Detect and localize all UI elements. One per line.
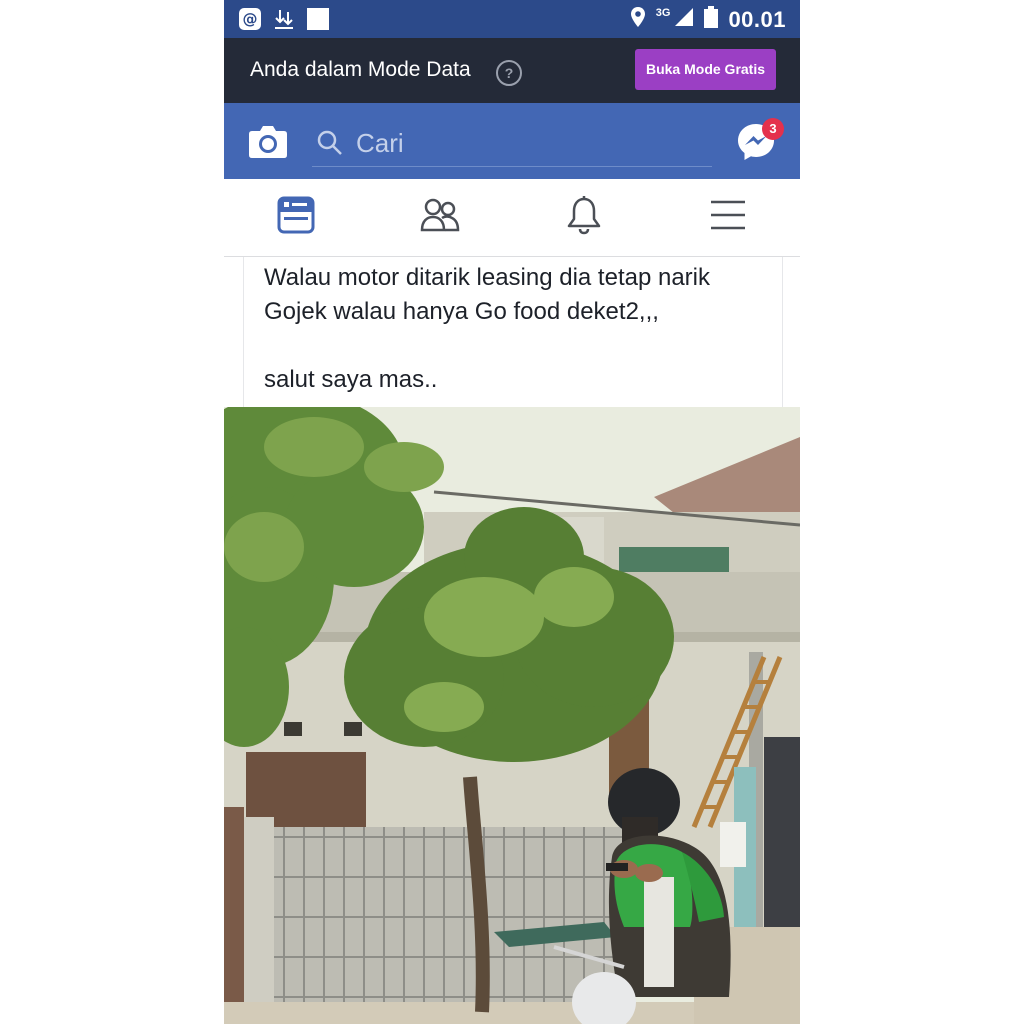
post-text: Walau motor ditarik leasing dia tetap na… <box>264 261 774 397</box>
messenger-badge: 3 <box>762 118 784 140</box>
post-photo[interactable] <box>224 407 800 1024</box>
search-field[interactable]: Cari <box>312 120 712 167</box>
search-placeholder: Cari <box>356 128 404 158</box>
free-mode-button[interactable]: Buka Mode Gratis <box>635 49 776 90</box>
tab-news-feed[interactable] <box>224 179 368 256</box>
menu-icon <box>709 199 747 236</box>
friends-icon <box>420 197 460 238</box>
status-system: 3G 00.01 <box>630 6 786 33</box>
square-icon <box>306 7 330 31</box>
status-clock: 00.01 <box>728 6 786 32</box>
download-icon <box>272 7 296 31</box>
at-sign-icon: @ <box>238 7 262 31</box>
tab-friends[interactable] <box>368 179 512 256</box>
search-icon <box>316 129 344 157</box>
signal-icon <box>674 7 694 32</box>
tab-bar <box>224 179 800 257</box>
post-text-line: salut saya mas.. <box>264 366 438 393</box>
post-text-line: Gojek walau hanya Go food deket2,,, <box>264 298 659 325</box>
phone-screen: @ 3G 00.01 Anda dalam Mode Data ? Buka M… <box>224 0 800 1024</box>
app-header: Cari 3 <box>224 103 800 179</box>
notifications-bell-icon <box>566 195 602 240</box>
tab-menu[interactable] <box>656 179 800 256</box>
network-type: 3G <box>655 6 671 19</box>
location-pin-icon <box>630 6 646 33</box>
post-text-line: Walau motor ditarik leasing dia tetap na… <box>264 264 710 291</box>
camera-icon[interactable] <box>248 123 288 159</box>
data-mode-message: Anda dalam Mode Data <box>250 58 471 81</box>
battery-icon <box>704 6 719 33</box>
post-card: Walau motor ditarik leasing dia tetap na… <box>243 257 783 407</box>
data-mode-bar: Anda dalam Mode Data ? Buka Mode Gratis <box>224 38 800 103</box>
status-bar: @ 3G 00.01 <box>224 0 800 38</box>
svg-text:@: @ <box>243 10 258 28</box>
status-notifications: @ <box>238 7 330 31</box>
tab-notifications[interactable] <box>512 179 656 256</box>
news-feed-icon <box>277 196 315 239</box>
help-icon[interactable]: ? <box>496 60 522 86</box>
